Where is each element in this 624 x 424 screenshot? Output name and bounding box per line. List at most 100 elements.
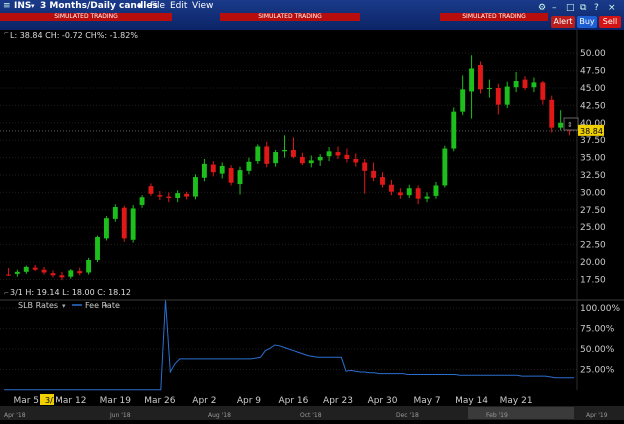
candle-body[interactable] [415,188,421,199]
candle-body[interactable] [442,148,448,186]
candle-body[interactable] [558,122,564,128]
candle-body[interactable] [121,207,127,239]
candle-body[interactable] [469,68,475,92]
buy-button[interactable]: Buy [577,16,597,28]
candle-body[interactable] [433,185,439,196]
scrollbar-date-label: Aug '18 [208,412,231,419]
candle-body[interactable] [549,99,555,128]
candle-body[interactable] [486,87,492,89]
legend-dropdown-icon[interactable]: ▾ [104,302,108,310]
menu-file[interactable]: File [150,0,165,13]
candle-body[interactable] [531,82,537,88]
candle-body[interactable] [344,154,350,159]
candle-body[interactable] [32,267,38,270]
price-chart[interactable]: 17.50 20.00 22.50 25.00 27.50 30.00 32.50 35.00… [0,30,624,420]
candle-body[interactable] [282,149,287,152]
price-tick-label: 32.50 [580,171,606,181]
candle-body[interactable] [362,162,368,171]
candle-body[interactable] [148,186,154,194]
ticker-symbol[interactable]: INS [14,0,31,13]
candle-body[interactable] [317,156,323,161]
candle-body[interactable] [175,193,181,198]
candle-body[interactable] [130,208,136,240]
candle-body[interactable] [246,161,252,171]
date-tick-label: May 21 [500,396,533,406]
candle-body[interactable] [335,152,341,156]
timeframe-dropdown-icon[interactable]: ▾ [138,0,142,13]
lower-panel-title[interactable]: SLB Rates [18,301,58,310]
alert-button[interactable]: Alert [551,16,575,28]
lower-panel-dropdown-icon[interactable]: ▾ [62,302,66,310]
candle-body[interactable] [388,184,394,192]
candle-body[interactable] [139,197,145,205]
help-icon[interactable]: ? [594,2,599,15]
candle-body[interactable] [41,269,47,273]
candle-body[interactable] [371,170,377,178]
candle-body[interactable] [6,274,11,276]
candle-body[interactable] [424,196,430,199]
close-icon[interactable]: × [608,2,616,15]
restore-icon[interactable]: □ [566,2,575,15]
time-scrollbar[interactable]: Apr '18 Jun '18 Aug '18 Oct '18 Dec '18 Feb '… [0,406,624,420]
candle-body[interactable] [255,146,261,162]
candle-body[interactable] [513,80,519,88]
candle-body[interactable] [95,236,100,260]
candle-body[interactable] [157,195,163,197]
candle-body[interactable] [406,188,412,196]
date-tick-label: Mar 12 [55,396,86,406]
candle-body[interactable] [166,196,172,198]
candle-body[interactable] [228,168,234,183]
sell-button[interactable]: Sell [599,16,621,28]
candle-body[interactable] [478,64,483,90]
scale-expand-icon-glyph: ⇕ [567,121,573,129]
candle-body[interactable] [299,156,305,164]
menu-view[interactable]: View [192,0,213,13]
candle-body[interactable] [380,177,385,185]
candle-body[interactable] [504,86,510,105]
simulated-trading-banner: SIMULATED TRADING [220,13,360,21]
popout-icon[interactable]: ⧉ [580,2,586,15]
candle-body[interactable] [291,149,296,157]
menu-edit[interactable]: Edit [170,0,187,13]
candle-body[interactable] [495,87,501,105]
fee-rate-tick-label: 25.00% [580,366,615,376]
date-tick-label: May 14 [455,396,488,406]
candle-body[interactable] [326,151,332,157]
collapse-icon[interactable]: ⌐ [4,290,9,297]
candle-body[interactable] [14,271,20,274]
date-tick-label: 3/1 [45,396,58,405]
fee-rate-tick-label: 100.00% [580,304,620,314]
candle-body[interactable] [237,170,243,185]
candle-body[interactable] [77,271,83,274]
candle-body[interactable] [210,164,216,173]
candle-body[interactable] [460,89,466,112]
candle-body[interactable] [219,165,225,174]
menu-icon[interactable]: ≡ [3,0,11,13]
candle-body[interactable] [264,146,270,164]
candle-body[interactable] [184,193,190,197]
candle-body[interactable] [397,192,403,196]
candle-body[interactable] [103,218,109,239]
candle-body[interactable] [23,266,29,272]
chart-area[interactable]: 17.50 20.00 22.50 25.00 27.50 30.00 32.50 35.00… [0,30,624,420]
candle-body[interactable] [451,111,457,149]
candle-body[interactable] [193,177,198,197]
candle-body[interactable] [273,152,279,164]
candle-body[interactable] [50,273,56,276]
candle-body[interactable] [540,82,546,100]
candle-body[interactable] [59,275,65,278]
candle-body[interactable] [201,163,207,178]
ticker-dropdown-icon[interactable]: ▾ [31,0,35,13]
candle-body[interactable] [68,270,74,277]
date-tick-label: Apr 23 [323,396,353,406]
candle-body[interactable] [353,158,359,163]
candle-body[interactable] [112,207,118,219]
candle-body[interactable] [308,160,314,164]
minimize-icon[interactable]: – [552,2,557,15]
scrollbar-date-label: Apr '18 [4,412,26,419]
price-tick-label: 47.50 [580,67,606,77]
candle-body[interactable] [522,79,528,88]
date-tick-label: Apr 2 [192,396,216,406]
collapse-icon[interactable]: ⌐ [4,30,9,37]
candle-body[interactable] [86,259,92,273]
